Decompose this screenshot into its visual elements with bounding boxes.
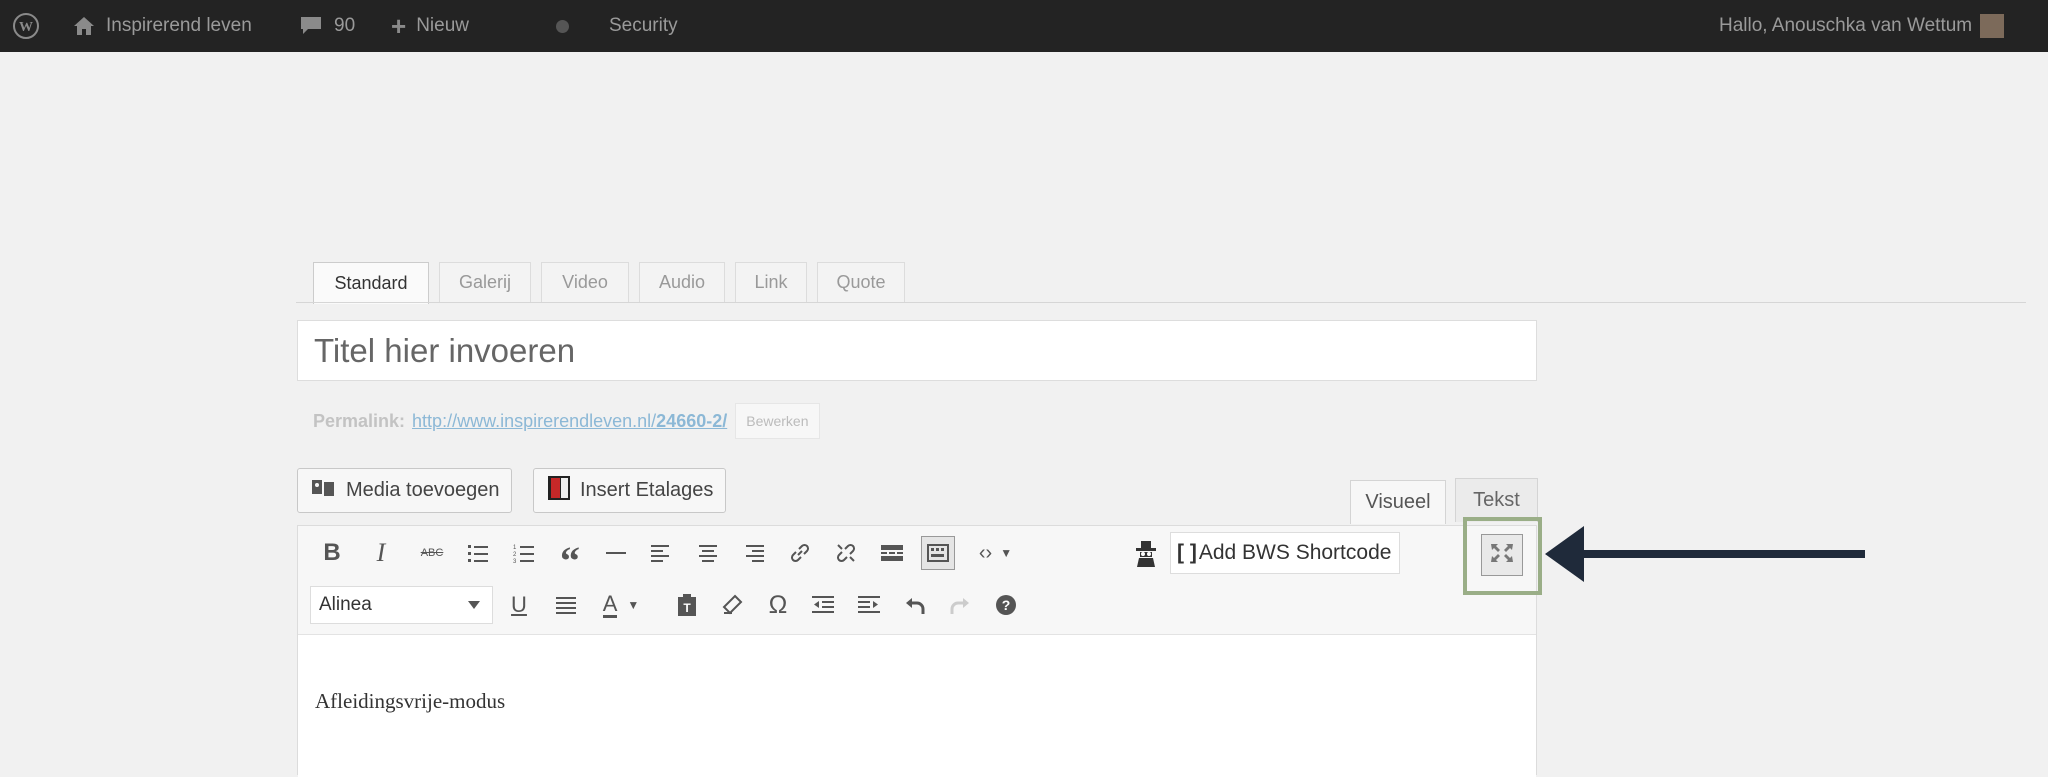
unlink-icon[interactable] [826,531,866,575]
tab-quote[interactable]: Quote [817,262,905,302]
media-icon [310,476,338,506]
spy-icon[interactable] [1126,531,1166,575]
numbered-list-icon[interactable]: 123 [504,531,544,575]
svg-text:T: T [683,601,691,615]
add-media-button[interactable]: Media toevoegen [297,468,513,513]
toolbar-toggle-icon[interactable] [918,531,958,575]
tab-video[interactable]: Video [541,262,629,302]
site-name: Inspirerend leven [106,15,252,36]
insert-etalages-button[interactable]: Insert Etalages [533,468,727,513]
editor-content[interactable]: Afleidingsvrije-modus [298,634,1536,777]
blockquote-icon[interactable]: “ [550,531,590,583]
title-input[interactable]: Titel hier invoeren [297,320,1537,381]
code-dropdown-caret-icon: ▼ [1000,546,1013,560]
bws-shortcode-label: Add BWS Shortcode [1198,541,1392,564]
horizontal-line-icon[interactable] [596,531,636,575]
permalink-label: Permalink: [313,410,406,431]
bold-icon[interactable]: B [312,531,352,575]
svg-text:?: ? [1002,597,1011,613]
help-icon[interactable]: ? [986,583,1026,627]
bws-shortcode-icon: [ ] [1177,541,1197,564]
tab-text[interactable]: Tekst [1455,478,1538,522]
strikethrough-icon[interactable]: ABC [412,531,452,575]
redo-icon[interactable] [940,583,980,627]
underline-icon[interactable]: U [499,583,539,627]
security-label: Security [609,15,678,36]
tab-audio[interactable]: Audio [639,262,725,302]
plus-icon: + [391,10,407,41]
svg-text:1: 1 [513,545,517,551]
comment-icon [300,16,322,36]
account-link[interactable]: Hallo, Anouschka van Wettum [1719,0,2005,52]
special-character-icon[interactable]: Ω [758,583,798,627]
editor: B I ABC 123 “ ‹›▼ [ ] Add BWS Shortcode [297,525,1537,777]
new-label: Nieuw [416,15,469,36]
undo-icon[interactable] [895,583,935,627]
align-left-icon[interactable] [641,531,681,575]
wordpress-logo-icon[interactable]: W [12,0,40,52]
permalink-url-prefix: http://www.inspirerendleven.nl/ [412,410,657,431]
outdent-icon[interactable] [803,583,843,627]
security-link[interactable]: Security [556,0,678,52]
etalages-icon [546,474,572,508]
paste-text-icon[interactable]: T [667,583,707,627]
italic-icon[interactable]: I [361,531,401,575]
text-color-icon[interactable]: A ▼ [591,583,651,627]
new-content-link[interactable]: + Nieuw [391,0,469,52]
tabs-divider [296,302,2026,303]
annotation-arrow-icon [1545,526,1865,587]
home-icon [72,15,96,37]
code-icon[interactable]: ‹› ▼ [968,531,1023,575]
edit-permalink-button[interactable]: Bewerken [735,403,820,439]
format-select[interactable]: Alinea [310,586,493,624]
permalink-row: Permalink: http://www.inspirerendleven.n… [313,403,820,439]
read-more-icon[interactable] [872,531,912,575]
tab-visual[interactable]: Visueel [1350,480,1446,524]
tab-galerij[interactable]: Galerij [439,262,531,302]
site-name-link[interactable]: Inspirerend leven [72,0,252,52]
distraction-free-button[interactable] [1481,534,1523,576]
bulleted-list-icon[interactable] [458,531,498,575]
content-paragraph: Afleidingsvrije-modus [315,689,506,713]
tab-standard[interactable]: Standard [313,262,429,304]
text-color-caret-icon: ▼ [627,598,640,612]
permalink-url[interactable]: http://www.inspirerendleven.nl/24660-2/ [412,411,727,432]
insert-etalages-label: Insert Etalages [580,479,714,501]
align-center-icon[interactable] [688,531,728,575]
svg-text:W: W [19,20,33,35]
comments-count: 90 [334,15,356,36]
comments-link[interactable]: 90 [300,0,355,52]
clear-formatting-icon[interactable] [712,583,752,627]
status-dot-icon [556,19,569,33]
permalink-url-slug: 24660-2/ [656,410,728,431]
admin-bar: W Inspirerend leven 90 + Nieuw Security … [0,0,2048,52]
tab-link[interactable]: Link [735,262,807,302]
svg-text:3: 3 [513,559,517,563]
greeting: Hallo, Anouschka van Wettum [1719,15,1973,36]
distraction-free-icon [1489,542,1515,569]
justify-icon[interactable] [546,583,586,627]
add-media-label: Media toevoegen [346,479,500,501]
align-right-icon[interactable] [734,531,774,575]
link-icon[interactable] [780,531,820,575]
svg-text:2: 2 [513,552,517,558]
format-select-arrow-icon [468,601,480,609]
indent-icon[interactable] [849,583,889,627]
bws-shortcode-button[interactable]: [ ] Add BWS Shortcode [1170,532,1401,574]
format-select-value: Alinea [319,594,372,615]
avatar [1980,14,2005,38]
